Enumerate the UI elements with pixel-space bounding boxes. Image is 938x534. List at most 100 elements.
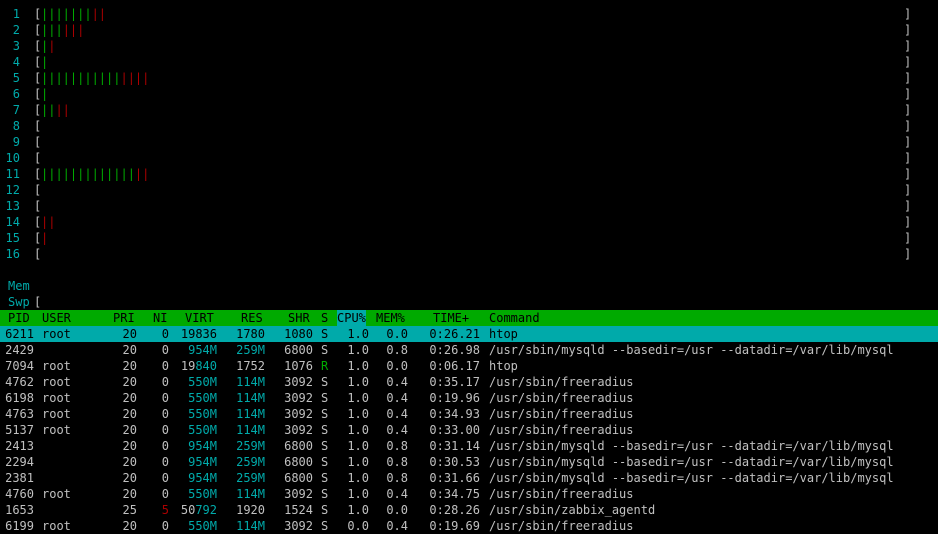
process-virt: 50792 [180,503,217,517]
cpu-meter-bar: | [41,55,49,69]
col-cpu[interactable]: CPU% [337,310,366,326]
process-command: /usr/sbin/mysqld --basedir=/usr --datadi… [489,471,894,485]
process-row[interactable]: 7094 root 20 0 19840 1752 1076 R 1.0 0.0 0:06.17 ht… [0,358,938,374]
process-command: /usr/sbin/freeradius [489,487,634,501]
process-user: root [42,423,71,437]
process-pid: 2381 [5,471,34,485]
cpu-meter-bar: | [41,87,49,101]
cpu-meter-9: 9[] [0,134,938,150]
cpu-meter-label: 11 [5,167,20,181]
process-command: /usr/sbin/freeradius [489,423,634,437]
swap-label: Swp [8,295,30,309]
process-cpu: 1.0 [347,359,369,373]
process-shr: 1076 [284,359,313,373]
process-virt: 954M [188,455,217,469]
col-pri[interactable]: PRI [113,310,135,326]
process-ni: 0 [161,391,169,405]
process-s: S [321,487,329,501]
process-time: 0:33.00 [429,423,480,437]
cpu-meter-label: 2 [12,23,20,37]
col-virt[interactable]: VIRT [185,310,214,326]
process-user [42,342,102,358]
process-s: S [321,391,329,405]
process-row[interactable]: 4762 root 20 0 550M 114M 3092 S 1.0 0.4 0:35.17/us… [0,374,938,390]
cpu-meter-bar: || [41,215,56,229]
process-pid: 2429 [5,343,34,357]
cpu-meter-label: 7 [12,103,20,117]
process-row[interactable]: 2429 20 0 954M 259M 6800 S 1.0 0.8 0:26.98/usr/sb… [0,342,938,358]
process-row[interactable]: 2381 20 0 954M 259M 6800 S 1.0 0.8 0:31.66/usr/sb… [0,470,938,486]
process-shr: 3092 [284,423,313,437]
col-user[interactable]: USER [42,310,71,326]
process-row[interactable]: 6211 root 20 0 19836 1780 1080 S 1.0 0.0 0:26.21 ht… [0,326,938,342]
process-pid: 6198 [5,391,34,405]
process-time: 0:34.75 [429,487,480,501]
process-mem: 0.0 [386,359,408,373]
process-shr: 6800 [284,455,313,469]
cpu-meter-label: 3 [12,39,20,53]
cpu-meter-label: 8 [12,119,20,133]
process-mem: 0.8 [386,343,408,357]
process-pri: 20 [122,439,137,453]
process-time: 0:26.21 [429,327,480,341]
col-mem[interactable]: MEM% [376,310,405,326]
cpu-meter-label: 9 [12,135,20,149]
process-res: 259M [236,471,265,485]
process-virt: 550M [188,423,217,437]
process-s: S [321,423,329,437]
process-shr: 3092 [284,391,313,405]
process-ni: 0 [161,439,169,453]
process-cpu: 1.0 [347,487,369,501]
process-row[interactable]: 2413 20 0 954M 259M 6800 S 1.0 0.8 0:31.14/usr/sb… [0,438,938,454]
process-cpu: 1.0 [347,423,369,437]
cpu-meter-bar: | [41,231,49,245]
process-user [42,454,102,470]
process-shr: 1524 [284,503,313,517]
process-row[interactable]: 4763 root 20 0 550M 114M 3092 S 1.0 0.4 0:34.93/us… [0,406,938,422]
process-row[interactable]: 5137 root 20 0 550M 114M 3092 S 1.0 0.4 0:33.00/us… [0,422,938,438]
process-pid: 1653 [5,503,34,517]
cpu-meter-12: 12[] [0,182,938,198]
col-state[interactable]: S [321,310,328,326]
process-shr: 6800 [284,471,313,485]
process-mem: 0.0 [386,327,408,341]
process-ni: 0 [161,407,169,421]
process-s: S [321,439,329,453]
process-user [42,438,102,454]
col-res[interactable]: RES [241,310,263,326]
process-mem: 0.4 [386,423,408,437]
cpu-meter-15: 15[|] [0,230,938,246]
process-pri: 20 [122,487,137,501]
process-table-header[interactable]: PID USER PRI NI VIRT RES SHR S CPU% MEM%… [0,310,938,326]
process-cpu: 1.0 [347,503,369,517]
process-row[interactable]: 6198 root 20 0 550M 114M 3092 S 1.0 0.4 0:19.96/us… [0,390,938,406]
process-mem: 0.4 [386,391,408,405]
process-mem: 0.4 [386,407,408,421]
process-virt: 550M [188,375,217,389]
process-command: /usr/sbin/freeradius [489,391,634,405]
process-virt: 550M [188,487,217,501]
process-row[interactable]: 4760 root 20 0 550M 114M 3092 S 1.0 0.4 0:34.75/us… [0,486,938,502]
col-time[interactable]: TIME+ [433,310,469,326]
process-res: 114M [236,487,265,501]
cpu-meter-16: 16[] [0,246,938,262]
col-command[interactable]: Command [489,310,540,326]
process-pid: 5137 [5,423,34,437]
col-pid[interactable]: PID [8,310,30,326]
col-ni[interactable]: NI [153,310,167,326]
process-ni: 0 [161,423,169,437]
process-cpu: 1.0 [347,391,369,405]
cpu-meter-label: 4 [12,55,20,69]
process-command: /usr/sbin/zabbix_agentd [489,503,656,517]
process-mem: 0.4 [386,375,408,389]
process-user: root [42,359,71,373]
process-time: 0:06.17 [429,359,480,373]
process-pri: 20 [122,391,137,405]
process-row[interactable]: 1653 25 5 50792 1920 1524 S 1.0 0.0 0:28.26/usr/s… [0,502,938,518]
process-row[interactable]: 2294 20 0 954M 259M 6800 S 1.0 0.8 0:30.53/usr/sb… [0,454,938,470]
process-time: 0:28.26 [429,503,480,517]
col-shr[interactable]: SHR [288,310,310,326]
cpu-meter-label: 13 [5,199,20,213]
process-time: 0:31.14 [429,439,480,453]
process-virt: 550M [188,407,217,421]
